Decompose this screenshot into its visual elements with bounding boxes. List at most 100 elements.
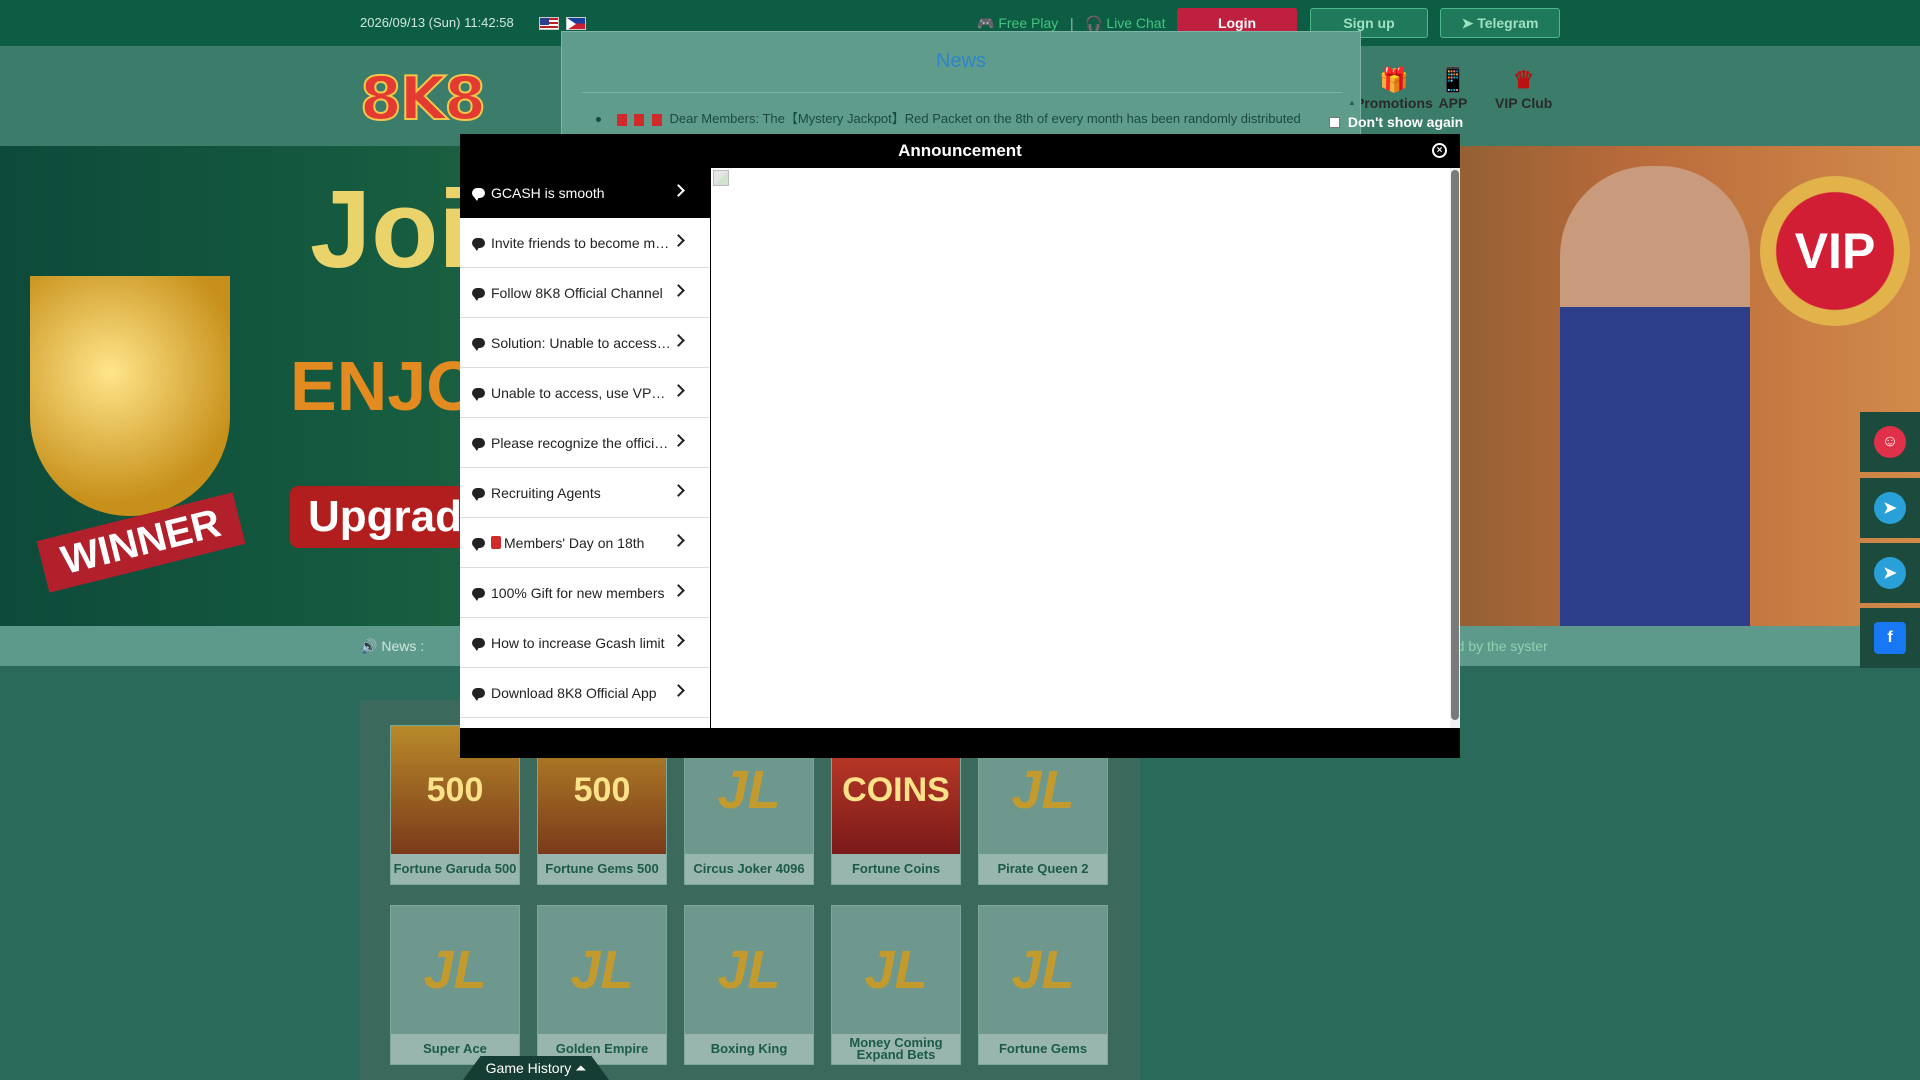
scrollbar[interactable] (1450, 168, 1460, 728)
scrollbar-thumb[interactable] (1451, 170, 1459, 720)
headset-icon: 🎧 (1085, 15, 1103, 31)
vip-coin-badge: VIP (1760, 176, 1910, 326)
site-logo[interactable]: 8K8 (359, 63, 487, 135)
chat-bubble-icon (472, 537, 485, 551)
announcement-item[interactable]: Please recognize the official website (460, 418, 710, 468)
vip-icon: ♛ (1512, 67, 1535, 94)
announcement-modal: Announcement × GCASH is smooth Invite fr… (460, 134, 1460, 758)
announcement-list: GCASH is smooth Invite friends to become… (460, 168, 710, 728)
game-thumbnail: JL (832, 906, 960, 1034)
game-thumbnail: JL (685, 906, 813, 1034)
separator: | (1070, 15, 1074, 31)
game-name: Circus Joker 4096 (685, 854, 813, 884)
chevron-right-icon (672, 284, 685, 297)
sidebar-support[interactable]: ☺ (1860, 412, 1920, 472)
game-name: Fortune Coins (832, 854, 960, 884)
announcement-item[interactable]: Recruiting Agents (460, 468, 710, 518)
red-packet-icon (491, 536, 501, 549)
nav-vip-club[interactable]: ♛ VIP Club (1495, 66, 1552, 111)
announcement-item[interactable]: Solution: Unable to access the website (460, 318, 710, 368)
trophy-illustration (30, 276, 230, 516)
game-thumbnail: JL (979, 906, 1107, 1034)
gamepad-icon: 🎮 (977, 15, 995, 31)
telegram-button[interactable]: ➤ Telegram (1440, 8, 1560, 38)
chevron-right-icon (672, 334, 685, 347)
game-thumbnail: JL (391, 906, 519, 1034)
game-thumbnail: JL (538, 906, 666, 1034)
phone-icon: 📱 (1438, 67, 1468, 94)
chevron-right-icon (672, 484, 685, 497)
facebook-icon: f (1874, 622, 1906, 654)
chat-support-icon: ☺ (1874, 426, 1906, 458)
announcement-item[interactable]: GCASH is smooth (460, 168, 710, 218)
scroll-up-icon[interactable]: ▲ (1348, 98, 1356, 107)
chevron-right-icon (672, 384, 685, 397)
news-modal-title: News (935, 50, 986, 72)
game-card[interactable]: JL Super Ace (390, 905, 520, 1065)
game-name: Fortune Gems (979, 1034, 1107, 1064)
chevron-right-icon (672, 434, 685, 447)
nav-app[interactable]: 📱 APP (1438, 66, 1468, 111)
telegram-icon: ➤ (1874, 557, 1906, 589)
announcement-item[interactable]: 100% Gift for new members (460, 568, 710, 618)
game-name: Fortune Garuda 500 (391, 854, 519, 884)
telegram-icon: ➤ (1461, 15, 1474, 31)
chat-bubble-icon (472, 687, 485, 701)
datetime: 2026/09/13 (Sun) 11:42:58 (360, 15, 514, 30)
game-card[interactable]: JL Golden Empire (537, 905, 667, 1065)
announcement-item[interactable]: Members' Day on 18th (460, 518, 710, 568)
announcement-title: Announcement (898, 141, 1022, 160)
chevron-right-icon (672, 684, 685, 697)
announcement-item[interactable]: Download 8K8 Official App (460, 668, 710, 718)
announcement-content (711, 168, 1450, 728)
chat-bubble-icon (472, 487, 485, 501)
dont-show-again-checkbox[interactable]: Don't show again (1329, 114, 1463, 130)
chat-bubble-icon (472, 587, 485, 601)
chevron-right-icon (672, 184, 685, 197)
free-play-link[interactable]: 🎮 Free Play (977, 15, 1058, 32)
sidebar-facebook[interactable]: f (1860, 608, 1920, 668)
announcement-item[interactable]: Invite friends to become members (460, 218, 710, 268)
announcement-item[interactable]: How to increase Gcash limit (460, 618, 710, 668)
model-illustration (1560, 166, 1750, 626)
red-packet-icon (634, 113, 645, 126)
game-card[interactable]: JL Fortune Gems (978, 905, 1108, 1065)
us-flag-icon[interactable] (539, 17, 559, 30)
chevron-right-icon (672, 634, 685, 647)
broken-image-icon (713, 170, 729, 186)
announcement-item[interactable]: Unable to access, use VPN to visit (460, 368, 710, 418)
nav-promotions[interactable]: 🎁 Promotions (1355, 66, 1433, 111)
game-history-tab[interactable]: Game History ⏶ (463, 1056, 609, 1080)
bullet-icon (596, 117, 601, 123)
sidebar-telegram-2[interactable]: ➤ (1860, 543, 1920, 603)
sidebar-telegram-1[interactable]: ➤ (1860, 478, 1920, 538)
close-icon[interactable]: × (1432, 143, 1447, 158)
game-name: Pirate Queen 2 (979, 854, 1107, 884)
red-packet-icon (616, 113, 627, 126)
banner-headline: Joi (310, 168, 469, 291)
chat-bubble-icon (472, 437, 485, 451)
chevron-right-icon (672, 234, 685, 247)
chat-bubble-icon (472, 337, 485, 351)
chevron-right-icon (672, 584, 685, 597)
chat-bubble-icon (472, 287, 485, 301)
live-chat-link[interactable]: 🎧 Live Chat (1085, 15, 1165, 32)
game-name: Money Coming Expand Bets (832, 1034, 960, 1064)
game-name: Boxing King (685, 1034, 813, 1064)
checkbox[interactable] (1329, 117, 1340, 128)
game-name: Fortune Gems 500 (538, 854, 666, 884)
chat-bubble-icon (472, 387, 485, 401)
news-ticker-label: 🔊 News : (360, 638, 425, 654)
ph-flag-icon[interactable] (566, 17, 586, 30)
telegram-icon: ➤ (1874, 492, 1906, 524)
chat-bubble-icon (472, 637, 485, 651)
news-item[interactable]: Dear Members: The【Mystery Jackpot】Red Pa… (596, 108, 1301, 127)
red-packet-icon (651, 113, 662, 126)
gift-icon: 🎁 (1378, 67, 1409, 94)
chat-bubble-icon (472, 237, 485, 251)
game-card[interactable]: JL Money Coming Expand Bets (831, 905, 961, 1065)
divider (582, 92, 1342, 93)
announcement-item[interactable]: Follow 8K8 Official Channel (460, 268, 710, 318)
news-ticker-text[interactable]: ted by the syster (1445, 638, 1548, 654)
game-card[interactable]: JL Boxing King (684, 905, 814, 1065)
